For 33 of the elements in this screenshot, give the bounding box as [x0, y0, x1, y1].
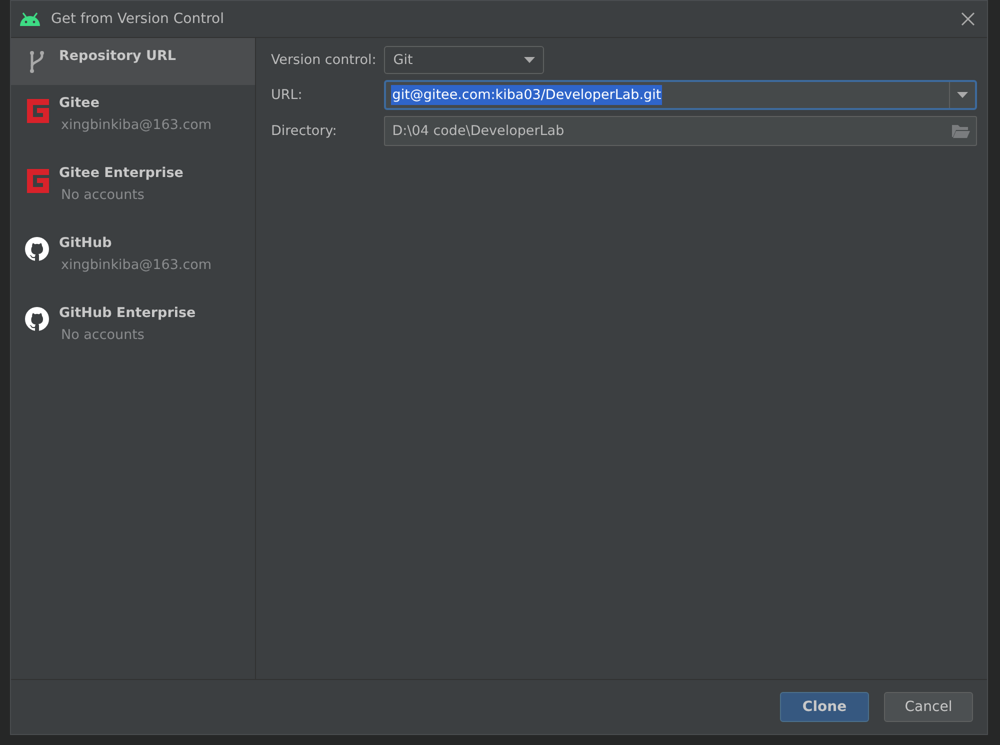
directory-value: D:\04 code\DeveloperLab: [392, 123, 566, 139]
account-text: xingbinkiba@163.com: [60, 257, 212, 273]
caret-icon: [524, 57, 536, 63]
version-control-dropdown[interactable]: Git: [384, 46, 544, 74]
account-text: xingbinkiba@163.com: [60, 117, 212, 133]
octocat-icon: [25, 307, 49, 331]
android-robot-icon: [19, 12, 41, 26]
sidebar-item[interactable]: GitHub xingbinkiba@163.com: [11, 225, 255, 295]
item-label: GitHub Enterprise: [59, 305, 196, 321]
field-label: URL:: [271, 87, 304, 103]
account-text: No accounts: [60, 327, 146, 343]
sidebar-item[interactable]: Gitee xingbinkiba@163.com: [11, 85, 255, 155]
field-label: Directory:: [271, 123, 338, 139]
url-value: git@gitee.com:kiba03/DeveloperLab.git: [391, 85, 662, 105]
window-title: Get from Version Control: [51, 11, 225, 27]
account-text: No accounts: [60, 187, 146, 203]
sidebar-item[interactable]: Gitee Enterprise No accounts: [11, 155, 255, 225]
primary-button[interactable]: Clone: [780, 692, 869, 722]
octocat-icon: [25, 237, 49, 261]
item-label: Gitee Enterprise: [59, 165, 184, 181]
sidebar-item[interactable]: Repository URL: [11, 38, 255, 85]
url-field[interactable]: git@gitee.com:kiba03/DeveloperLab.git: [384, 80, 977, 110]
item-label: Repository URL: [59, 48, 176, 64]
close-icon: [961, 12, 975, 26]
item-label: GitHub: [59, 235, 113, 251]
sidebar-item[interactable]: GitHub Enterprise No accounts: [11, 295, 255, 365]
field-label: Version control:: [271, 52, 376, 68]
directory-field[interactable]: D:\04 code\DeveloperLab: [384, 116, 977, 146]
secondary-button[interactable]: Cancel: [884, 692, 973, 722]
branch-icon: [28, 50, 46, 74]
item-label: Gitee: [59, 95, 100, 111]
folder-icon[interactable]: [952, 124, 970, 138]
caret-icon: [957, 92, 968, 98]
